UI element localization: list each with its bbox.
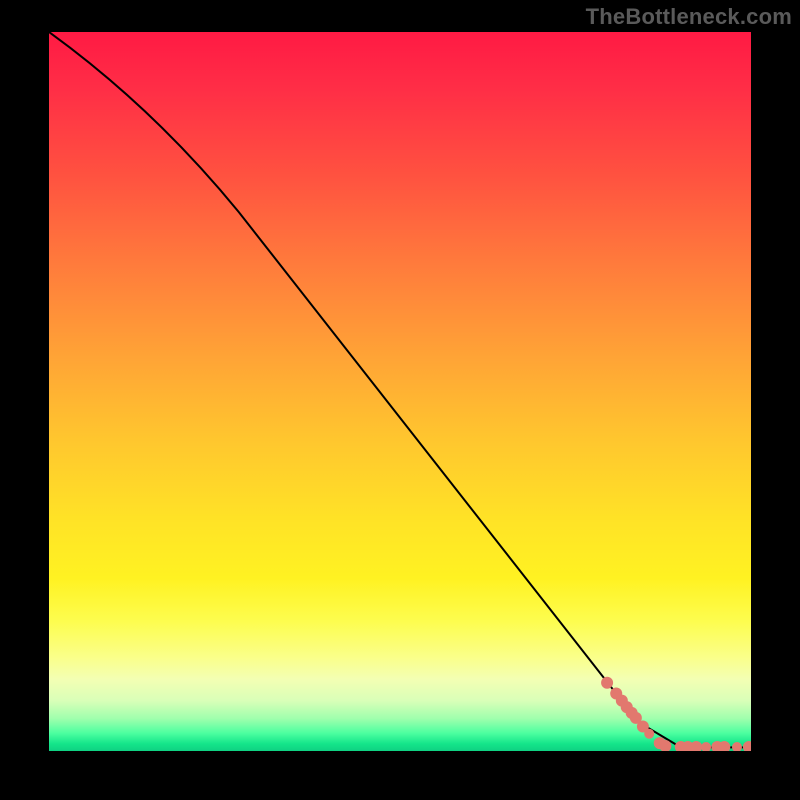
chart-svg xyxy=(49,32,751,751)
data-marker xyxy=(644,729,654,739)
chart-frame: TheBottleneck.com xyxy=(0,0,800,800)
data-marker xyxy=(732,742,742,751)
data-marker xyxy=(701,742,711,751)
curve-line xyxy=(49,32,751,747)
data-marker xyxy=(601,677,613,689)
data-marker xyxy=(743,741,751,751)
marker-group xyxy=(601,677,751,751)
plot-area xyxy=(49,32,751,751)
watermark-text: TheBottleneck.com xyxy=(586,4,792,30)
data-marker xyxy=(690,741,702,751)
